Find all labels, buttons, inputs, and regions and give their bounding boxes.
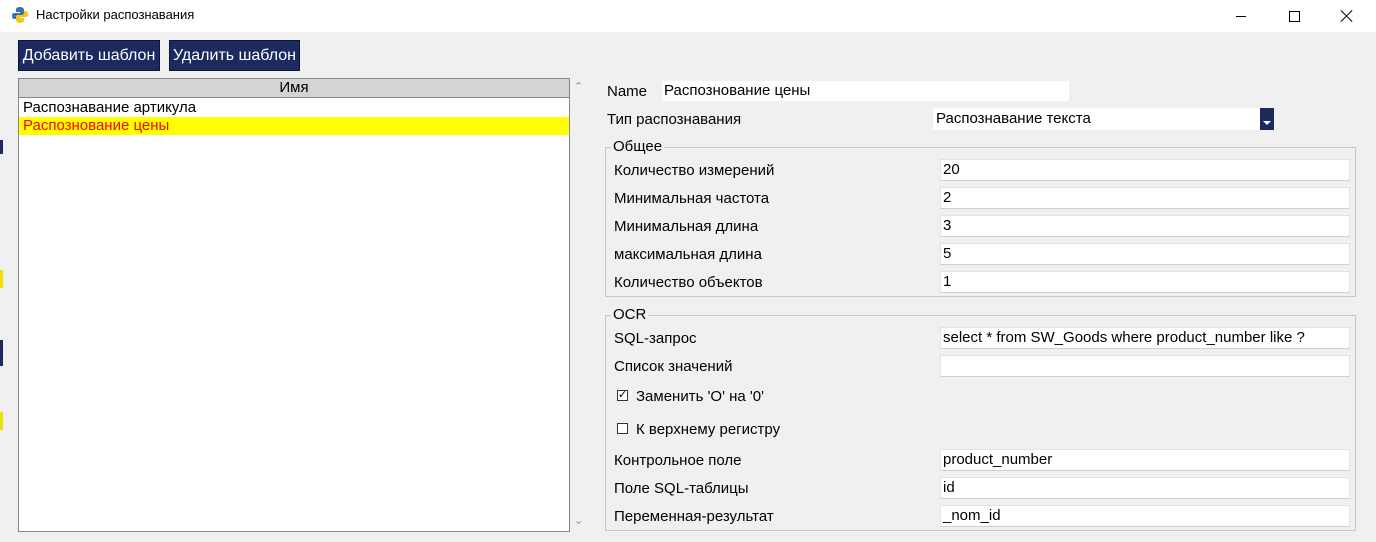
field-label: Количество измерений xyxy=(614,162,775,179)
maximize-button[interactable] xyxy=(1271,0,1317,32)
minimize-button[interactable] xyxy=(1218,0,1264,32)
field-label: максимальная длина xyxy=(614,246,762,263)
min-frequency-input[interactable]: 2 xyxy=(940,187,1350,209)
list-item-selected[interactable]: Распознование цены xyxy=(19,117,569,135)
scroll-down-icon[interactable]: ⌄ xyxy=(574,514,583,527)
result-variable-label: Переменная-результат xyxy=(614,508,774,525)
recognition-type-label: Тип распознавания xyxy=(607,111,742,128)
result-variable-input[interactable]: _nom_id xyxy=(940,505,1350,527)
recognition-type-value: Распознавание текста xyxy=(936,110,1091,127)
sql-query-label: SQL-запрос xyxy=(614,330,697,347)
measurements-count-input[interactable]: 20 xyxy=(940,159,1350,181)
list-header-name[interactable]: Имя xyxy=(19,79,569,98)
window-title: Настройки распознавания xyxy=(36,7,195,22)
sql-query-input[interactable]: select * from SW_Goods where product_num… xyxy=(940,327,1350,349)
background-window-edge xyxy=(0,340,3,366)
name-label: Name xyxy=(607,83,648,100)
uppercase-checkbox[interactable] xyxy=(617,423,628,434)
template-list[interactable]: Имя Распознавание артикула Распознование… xyxy=(18,78,570,532)
title-bar: Настройки распознавания xyxy=(0,0,1376,32)
recognition-type-select[interactable]: Распознавание текста xyxy=(933,108,1274,130)
replace-o-label[interactable]: Заменить 'O' на '0' xyxy=(636,388,764,405)
field-label: Минимальная длина xyxy=(614,218,759,235)
chevron-down-icon[interactable] xyxy=(1260,108,1274,130)
background-window-edge xyxy=(0,412,3,430)
name-input[interactable]: Распознование цены xyxy=(661,80,1070,102)
sql-table-field-input[interactable]: id xyxy=(940,477,1350,499)
maximize-icon xyxy=(1288,10,1300,22)
max-length-input[interactable]: 5 xyxy=(940,243,1350,265)
delete-template-button[interactable]: Удалить шаблон xyxy=(169,40,300,71)
close-icon xyxy=(1341,10,1353,22)
background-window-edge xyxy=(0,270,3,288)
sql-table-field-label: Поле SQL-таблицы xyxy=(614,480,749,497)
field-label: Минимальная частота xyxy=(614,190,770,207)
close-button[interactable] xyxy=(1324,0,1370,32)
list-scrollbar[interactable]: ⌃ ⌄ xyxy=(570,78,588,532)
values-list-input[interactable] xyxy=(940,355,1350,377)
minimize-icon xyxy=(1236,15,1246,17)
min-length-input[interactable]: 3 xyxy=(940,215,1350,237)
background-window-edge xyxy=(0,140,3,154)
values-list-label: Список значений xyxy=(614,358,733,375)
general-group-title: Общее xyxy=(611,138,665,155)
list-item[interactable]: Распознавание артикула xyxy=(19,99,569,117)
scroll-up-icon[interactable]: ⌃ xyxy=(574,80,583,93)
python-app-icon xyxy=(12,7,28,23)
objects-count-input[interactable]: 1 xyxy=(940,271,1350,293)
add-template-button[interactable]: Добавить шаблон xyxy=(18,40,160,71)
control-field-label: Контрольное поле xyxy=(614,452,742,469)
replace-o-checkbox[interactable]: ✓ xyxy=(617,390,628,401)
uppercase-label[interactable]: К верхнему регистру xyxy=(636,421,780,438)
ocr-group-title: OCR xyxy=(611,306,649,323)
field-label: Количество объектов xyxy=(614,274,763,291)
control-field-input[interactable]: product_number xyxy=(940,449,1350,471)
